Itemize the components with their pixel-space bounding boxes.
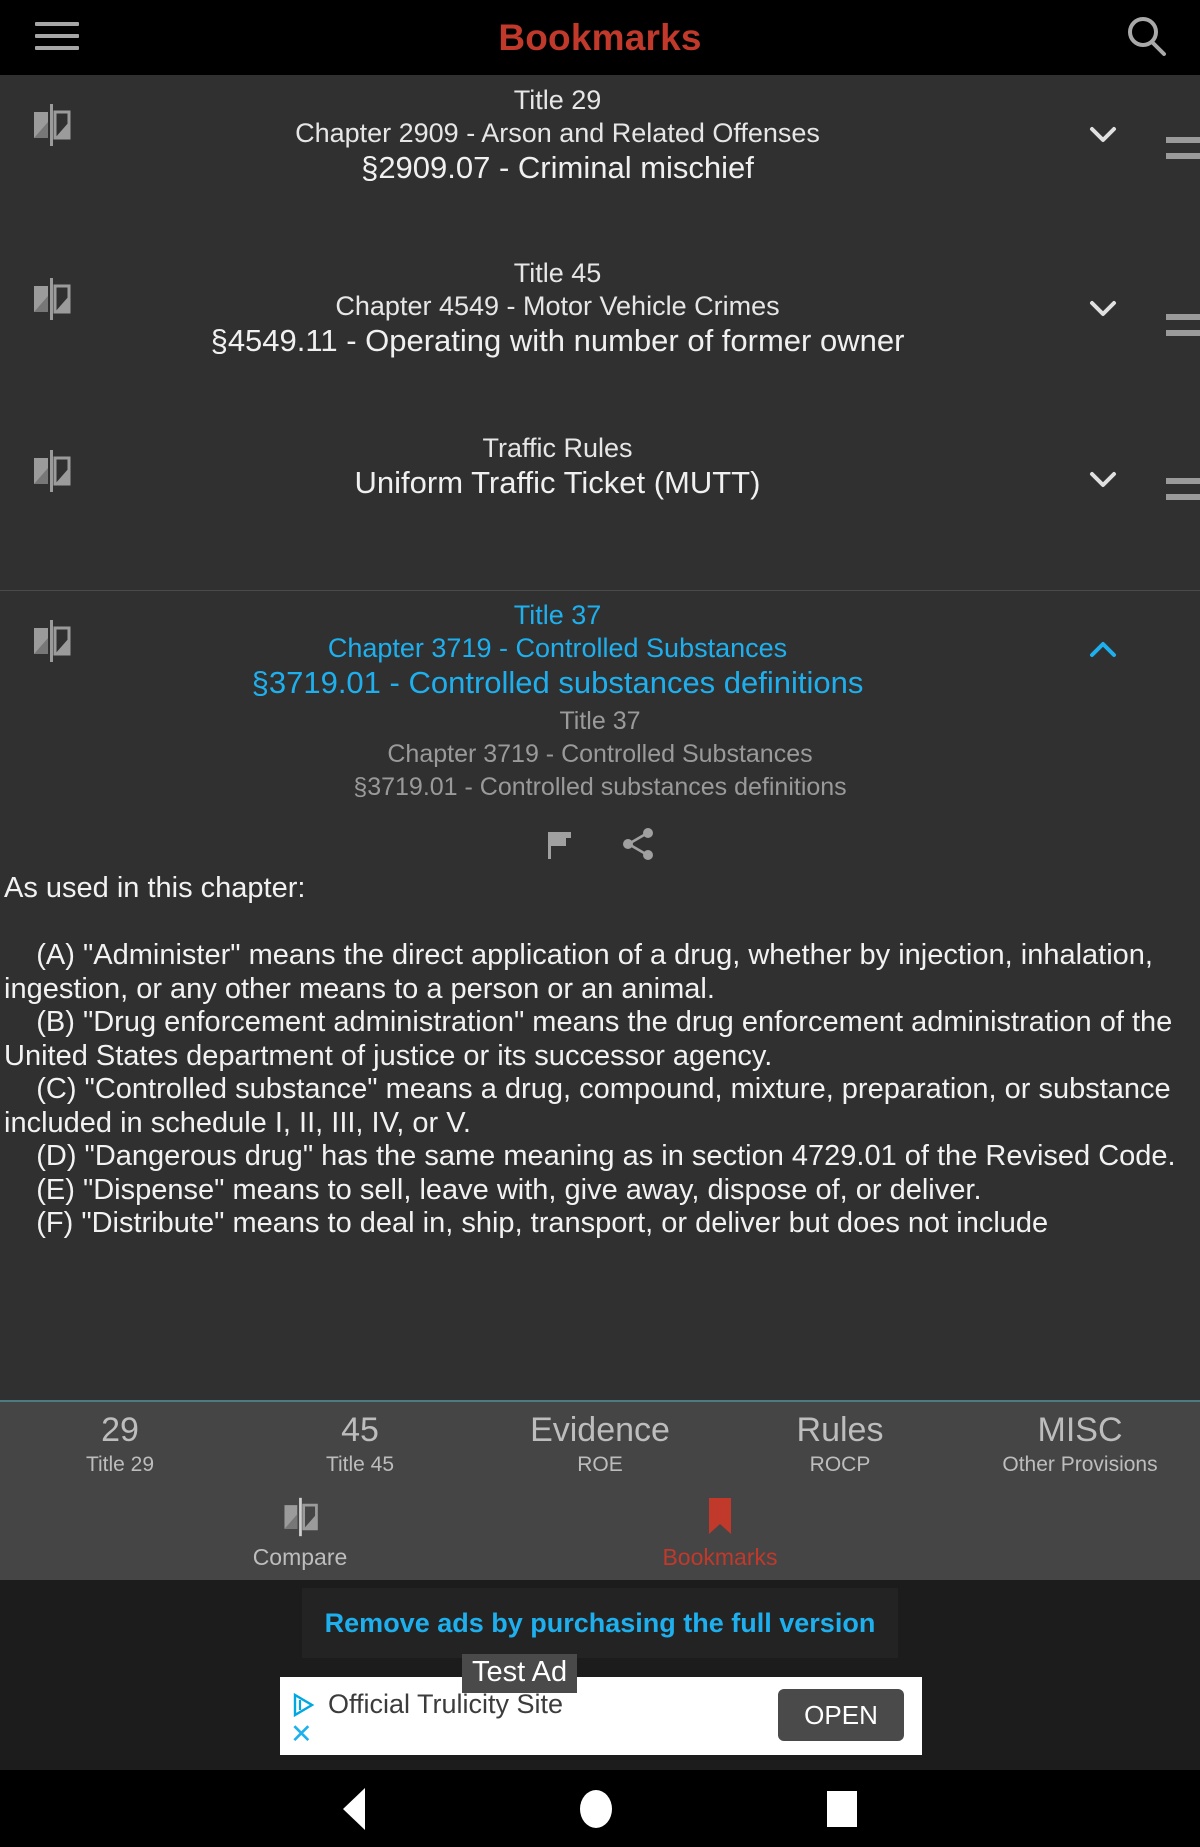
adchoices-icon[interactable] (290, 1691, 318, 1719)
tab-evidence[interactable]: Evidence ROE (480, 1402, 720, 1494)
tab-big-label: Rules (796, 1411, 884, 1449)
tab-big-label: 29 (101, 1411, 139, 1449)
bookmark-row[interactable]: Title 45 Chapter 4549 - Motor Vehicle Cr… (0, 247, 1200, 420)
drag-bar (1166, 314, 1200, 320)
drag-bar (1166, 153, 1200, 159)
tab-small-label: Other Provisions (1002, 1453, 1158, 1476)
bookmark-section-line: Uniform Traffic Ticket (MUTT) (354, 465, 761, 500)
promo-and-ad-area: Remove ads by purchasing the full versio… (0, 1580, 1200, 1770)
drag-handle[interactable] (1166, 478, 1200, 500)
compare-icon (279, 1494, 321, 1540)
close-icon[interactable]: ✕ (290, 1721, 313, 1748)
flag-icon[interactable] (543, 826, 579, 862)
chevron-down-icon[interactable] (1082, 287, 1124, 329)
chevron-down-icon[interactable] (1082, 113, 1124, 155)
expanded-section-line: §3719.01 - Controlled substances definit… (251, 665, 864, 700)
bookmark-row-expanded[interactable]: Title 37 Chapter 3719 - Controlled Subst… (0, 591, 1200, 1241)
statute-body-text: As used in this chapter: (A) "Administer… (4, 872, 1176, 1239)
bookmark-text: Title 45 Chapter 4549 - Motor Vehicle Cr… (95, 257, 1020, 359)
tab-compare-label: Compare (252, 1544, 348, 1570)
chevron-up-icon[interactable] (1082, 629, 1124, 671)
drag-bar (1166, 478, 1200, 484)
bookmark-title-line: Title 29 (513, 85, 602, 115)
app-root: Bookmarks Title 29 Chapter 2909 - Arson … (0, 0, 1200, 1847)
home-button[interactable] (580, 1789, 612, 1828)
drag-bar (1166, 494, 1200, 500)
bookmark-section-line: §2909.07 - Criminal mischief (361, 150, 754, 185)
compare-icon[interactable] (28, 448, 74, 494)
bookmark-title-line: Title 45 (513, 258, 602, 288)
bookmark-icon (705, 1494, 735, 1540)
expanded-subheading: Title 37 Chapter 3719 - Controlled Subst… (0, 703, 1200, 804)
back-button[interactable] (343, 1787, 365, 1830)
ad-title[interactable]: Official Trulicity Site (328, 1689, 563, 1720)
test-ad-badge: Test Ad (462, 1654, 578, 1693)
ad-banner[interactable]: Official Trulicity Site ✕ OPEN (280, 1677, 922, 1755)
tab-title-45[interactable]: 45 Title 45 (240, 1402, 480, 1494)
bottom-navigation: 29 Title 29 45 Title 45 Evidence ROE Rul… (0, 1400, 1200, 1580)
tab-title-29[interactable]: 29 Title 29 (0, 1402, 240, 1494)
tab-small-label: Title 29 (85, 1453, 155, 1476)
compare-icon[interactable] (28, 618, 74, 664)
compare-icon[interactable] (28, 102, 74, 148)
expanded-title-line: Title 37 (513, 600, 602, 630)
sub-title-line: Title 37 (559, 707, 641, 735)
compare-icon[interactable] (28, 276, 74, 322)
expanded-text: Title 37 Chapter 3719 - Controlled Subst… (95, 599, 1020, 701)
bookmark-text: Traffic Rules Uniform Traffic Ticket (MU… (95, 432, 1020, 501)
tab-big-label: Evidence (530, 1411, 670, 1449)
bookmark-list[interactable]: Title 29 Chapter 2909 - Arson and Relate… (0, 75, 1200, 1400)
bookmark-row[interactable]: Title 29 Chapter 2909 - Arson and Relate… (0, 75, 1200, 247)
bookmark-section-line: §4549.11 - Operating with number of form… (210, 323, 905, 358)
drag-handle[interactable] (1166, 137, 1200, 159)
expanded-header[interactable]: Title 37 Chapter 3719 - Controlled Subst… (0, 591, 1200, 703)
ad-open-button[interactable]: OPEN (778, 1689, 904, 1741)
app-bar: Bookmarks (0, 0, 1200, 75)
bookmark-chapter-line: Chapter 2909 - Arson and Related Offense… (295, 118, 820, 148)
share-icon[interactable] (621, 826, 657, 862)
drag-bar (1166, 330, 1200, 336)
expanded-actions (0, 804, 1200, 866)
tab-compare[interactable]: Compare (180, 1494, 420, 1572)
bottom-nav-primary-row: 29 Title 29 45 Title 45 Evidence ROE Rul… (0, 1402, 1200, 1494)
search-icon[interactable] (1118, 8, 1178, 68)
tab-big-label: MISC (1037, 1411, 1123, 1449)
bookmark-title-line: Traffic Rules (482, 433, 633, 463)
recents-button[interactable] (827, 1790, 857, 1827)
tab-big-label: 45 (341, 1411, 379, 1449)
expanded-chapter-line: Chapter 3719 - Controlled Substances (327, 633, 788, 663)
system-navigation-bar (0, 1770, 1200, 1847)
bottom-nav-secondary-row: Compare Bookmarks (0, 1494, 1200, 1580)
sub-section-line: §3719.01 - Controlled substances definit… (353, 773, 847, 801)
bookmark-row[interactable]: Traffic Rules Uniform Traffic Ticket (MU… (0, 420, 1200, 590)
tab-small-label: ROE (577, 1453, 623, 1476)
chevron-down-icon[interactable] (1082, 458, 1124, 500)
drag-handle[interactable] (1166, 314, 1200, 336)
tab-small-label: Title 45 (325, 1453, 395, 1476)
page-title: Bookmarks (498, 16, 702, 58)
tab-rules[interactable]: Rules ROCP (720, 1402, 960, 1494)
drag-bar (1166, 137, 1200, 143)
tab-misc[interactable]: MISC Other Provisions (960, 1402, 1200, 1494)
tab-bookmarks-label: Bookmarks (662, 1544, 778, 1570)
bookmark-text: Title 29 Chapter 2909 - Arson and Relate… (95, 84, 1020, 186)
remove-ads-button[interactable]: Remove ads by purchasing the full versio… (302, 1588, 898, 1658)
sub-chapter-line: Chapter 3719 - Controlled Substances (387, 740, 813, 768)
tab-bookmarks[interactable]: Bookmarks (600, 1494, 840, 1572)
tab-small-label: ROCP (809, 1453, 871, 1476)
bookmark-chapter-line: Chapter 4549 - Motor Vehicle Crimes (335, 291, 780, 321)
